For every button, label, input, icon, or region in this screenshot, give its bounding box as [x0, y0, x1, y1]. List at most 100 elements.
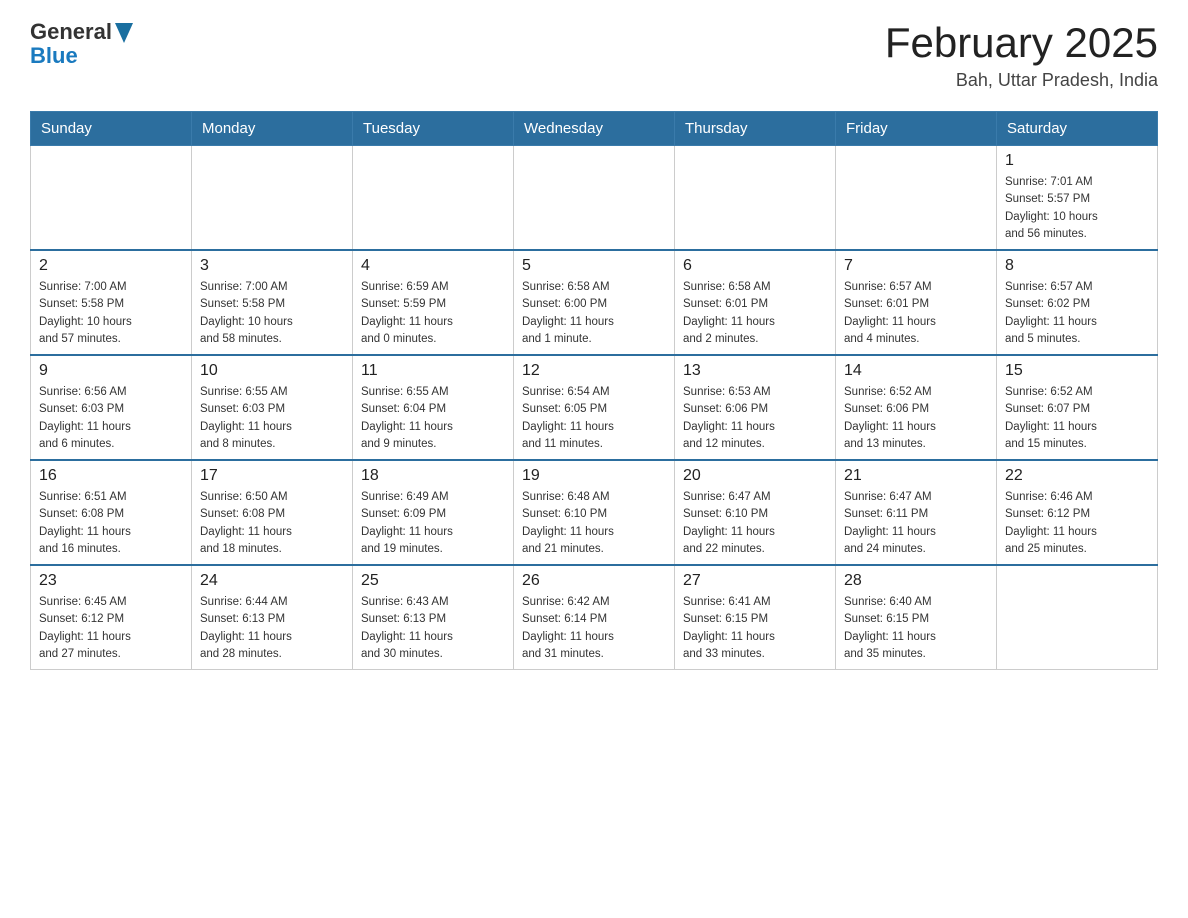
calendar-cell-w1-d6: 1 Sunrise: 7:01 AMSunset: 5:57 PMDaylight…: [997, 146, 1158, 251]
day-info: Sunrise: 6:44 AMSunset: 6:13 PMDaylight:…: [200, 594, 344, 663]
logo-blue-text: Blue: [30, 43, 78, 68]
day-number: 10: [200, 362, 344, 380]
day-number: 27: [683, 572, 827, 590]
calendar-cell-w1-d0: [31, 146, 192, 251]
day-number: 24: [200, 572, 344, 590]
day-number: 23: [39, 572, 183, 590]
calendar-cell-w2-d5: 7 Sunrise: 6:57 AMSunset: 6:01 PMDaylight…: [836, 250, 997, 355]
day-info: Sunrise: 6:57 AMSunset: 6:02 PMDaylight:…: [1005, 279, 1149, 348]
calendar-cell-w5-d4: 27 Sunrise: 6:41 AMSunset: 6:15 PMDayligh…: [675, 565, 836, 670]
calendar-cell-w3-d4: 13Sunrise: 6:53 AMSunset: 6:06 PMDayligh…: [675, 355, 836, 460]
header-sunday: Sunday: [31, 112, 192, 146]
day-info: Sunrise: 6:43 AMSunset: 6:13 PMDaylight:…: [361, 594, 505, 663]
calendar-table: Sunday Monday Tuesday Wednesday Thursday…: [30, 111, 1158, 670]
month-title: February 2025: [885, 20, 1158, 66]
day-number: 5: [522, 257, 666, 275]
logo: General Blue: [30, 20, 133, 68]
day-info: Sunrise: 6:55 AMSunset: 6:03 PMDaylight:…: [200, 384, 344, 453]
day-number: 2: [39, 257, 183, 275]
day-info: Sunrise: 6:45 AMSunset: 6:12 PMDaylight:…: [39, 594, 183, 663]
calendar-cell-w4-d3: 19 Sunrise: 6:48 AMSunset: 6:10 PMDayligh…: [514, 460, 675, 565]
calendar-cell-w4-d5: 21 Sunrise: 6:47 AMSunset: 6:11 PMDayligh…: [836, 460, 997, 565]
day-number: 16: [39, 467, 183, 485]
day-number: 28: [844, 572, 988, 590]
day-number: 6: [683, 257, 827, 275]
day-info: Sunrise: 6:58 AMSunset: 6:00 PMDaylight:…: [522, 279, 666, 348]
calendar-cell-w4-d4: 20 Sunrise: 6:47 AMSunset: 6:10 PMDayligh…: [675, 460, 836, 565]
calendar-cell-w2-d6: 8 Sunrise: 6:57 AMSunset: 6:02 PMDaylight…: [997, 250, 1158, 355]
day-info: Sunrise: 6:47 AMSunset: 6:10 PMDaylight:…: [683, 489, 827, 558]
day-info: Sunrise: 6:52 AMSunset: 6:06 PMDaylight:…: [844, 384, 988, 453]
week-row-5: 23 Sunrise: 6:45 AMSunset: 6:12 PMDayligh…: [31, 565, 1158, 670]
day-info: Sunrise: 6:49 AMSunset: 6:09 PMDaylight:…: [361, 489, 505, 558]
day-info: Sunrise: 6:55 AMSunset: 6:04 PMDaylight:…: [361, 384, 505, 453]
calendar-cell-w4-d2: 18Sunrise: 6:49 AMSunset: 6:09 PMDayligh…: [353, 460, 514, 565]
day-info: Sunrise: 6:57 AMSunset: 6:01 PMDaylight:…: [844, 279, 988, 348]
calendar-cell-w5-d6: [997, 565, 1158, 670]
calendar-cell-w2-d1: 3 Sunrise: 7:00 AMSunset: 5:58 PMDaylight…: [192, 250, 353, 355]
day-info: Sunrise: 6:42 AMSunset: 6:14 PMDaylight:…: [522, 594, 666, 663]
calendar-cell-w5-d2: 25 Sunrise: 6:43 AMSunset: 6:13 PMDayligh…: [353, 565, 514, 670]
calendar-cell-w4-d1: 17 Sunrise: 6:50 AMSunset: 6:08 PMDayligh…: [192, 460, 353, 565]
day-number: 26: [522, 572, 666, 590]
calendar-cell-w5-d0: 23 Sunrise: 6:45 AMSunset: 6:12 PMDayligh…: [31, 565, 192, 670]
title-section: February 2025 Bah, Uttar Pradesh, India: [885, 20, 1158, 91]
header-friday: Friday: [836, 112, 997, 146]
calendar-cell-w1-d3: [514, 146, 675, 251]
calendar-cell-w5-d3: 26 Sunrise: 6:42 AMSunset: 6:14 PMDayligh…: [514, 565, 675, 670]
day-info: Sunrise: 6:53 AMSunset: 6:06 PMDaylight:…: [683, 384, 827, 453]
week-row-3: 9Sunrise: 6:56 AMSunset: 6:03 PMDaylight…: [31, 355, 1158, 460]
day-info: Sunrise: 6:47 AMSunset: 6:11 PMDaylight:…: [844, 489, 988, 558]
day-number: 14: [844, 362, 988, 380]
header-tuesday: Tuesday: [353, 112, 514, 146]
day-number: 8: [1005, 257, 1149, 275]
day-number: 19: [522, 467, 666, 485]
header-monday: Monday: [192, 112, 353, 146]
calendar-cell-w2-d3: 5 Sunrise: 6:58 AMSunset: 6:00 PMDaylight…: [514, 250, 675, 355]
calendar-cell-w3-d0: 9Sunrise: 6:56 AMSunset: 6:03 PMDaylight…: [31, 355, 192, 460]
day-number: 9: [39, 362, 183, 380]
day-number: 21: [844, 467, 988, 485]
day-info: Sunrise: 7:00 AMSunset: 5:58 PMDaylight:…: [200, 279, 344, 348]
calendar-cell-w1-d1: [192, 146, 353, 251]
day-info: Sunrise: 6:40 AMSunset: 6:15 PMDaylight:…: [844, 594, 988, 663]
calendar-cell-w3-d1: 10 Sunrise: 6:55 AMSunset: 6:03 PMDayligh…: [192, 355, 353, 460]
day-number: 20: [683, 467, 827, 485]
header-saturday: Saturday: [997, 112, 1158, 146]
week-row-1: 1 Sunrise: 7:01 AMSunset: 5:57 PMDaylight…: [31, 146, 1158, 251]
header-wednesday: Wednesday: [514, 112, 675, 146]
day-info: Sunrise: 6:48 AMSunset: 6:10 PMDaylight:…: [522, 489, 666, 558]
calendar-cell-w2-d4: 6 Sunrise: 6:58 AMSunset: 6:01 PMDaylight…: [675, 250, 836, 355]
day-number: 11: [361, 362, 505, 380]
day-number: 17: [200, 467, 344, 485]
day-number: 7: [844, 257, 988, 275]
calendar-cell-w3-d2: 11 Sunrise: 6:55 AMSunset: 6:04 PMDayligh…: [353, 355, 514, 460]
day-number: 1: [1005, 152, 1149, 170]
day-number: 22: [1005, 467, 1149, 485]
day-info: Sunrise: 6:59 AMSunset: 5:59 PMDaylight:…: [361, 279, 505, 348]
calendar-cell-w3-d6: 15 Sunrise: 6:52 AMSunset: 6:07 PMDayligh…: [997, 355, 1158, 460]
day-number: 4: [361, 257, 505, 275]
calendar-cell-w5-d5: 28 Sunrise: 6:40 AMSunset: 6:15 PMDayligh…: [836, 565, 997, 670]
week-row-4: 16 Sunrise: 6:51 AMSunset: 6:08 PMDayligh…: [31, 460, 1158, 565]
calendar-cell-w1-d4: [675, 146, 836, 251]
calendar-cell-w2-d0: 2Sunrise: 7:00 AMSunset: 5:58 PMDaylight…: [31, 250, 192, 355]
day-info: Sunrise: 6:54 AMSunset: 6:05 PMDaylight:…: [522, 384, 666, 453]
day-info: Sunrise: 7:01 AMSunset: 5:57 PMDaylight:…: [1005, 174, 1149, 243]
day-info: Sunrise: 6:51 AMSunset: 6:08 PMDaylight:…: [39, 489, 183, 558]
calendar-cell-w2-d2: 4 Sunrise: 6:59 AMSunset: 5:59 PMDaylight…: [353, 250, 514, 355]
day-info: Sunrise: 6:41 AMSunset: 6:15 PMDaylight:…: [683, 594, 827, 663]
day-info: Sunrise: 6:50 AMSunset: 6:08 PMDaylight:…: [200, 489, 344, 558]
day-number: 15: [1005, 362, 1149, 380]
day-info: Sunrise: 6:52 AMSunset: 6:07 PMDaylight:…: [1005, 384, 1149, 453]
week-row-2: 2 Sunrise: 7:00 AMSunset: 5:58 PMDaylight…: [31, 250, 1158, 355]
day-number: 3: [200, 257, 344, 275]
location-title: Bah, Uttar Pradesh, India: [885, 70, 1158, 91]
calendar-cell-w3-d5: 14 Sunrise: 6:52 AMSunset: 6:06 PMDayligh…: [836, 355, 997, 460]
day-number: 25: [361, 572, 505, 590]
day-info: Sunrise: 6:58 AMSunset: 6:01 PMDaylight:…: [683, 279, 827, 348]
calendar-cell-w1-d5: [836, 146, 997, 251]
calendar-cell-w5-d1: 24 Sunrise: 6:44 AMSunset: 6:13 PMDayligh…: [192, 565, 353, 670]
day-info: Sunrise: 6:46 AMSunset: 6:12 PMDaylight:…: [1005, 489, 1149, 558]
calendar-cell-w1-d2: [353, 146, 514, 251]
